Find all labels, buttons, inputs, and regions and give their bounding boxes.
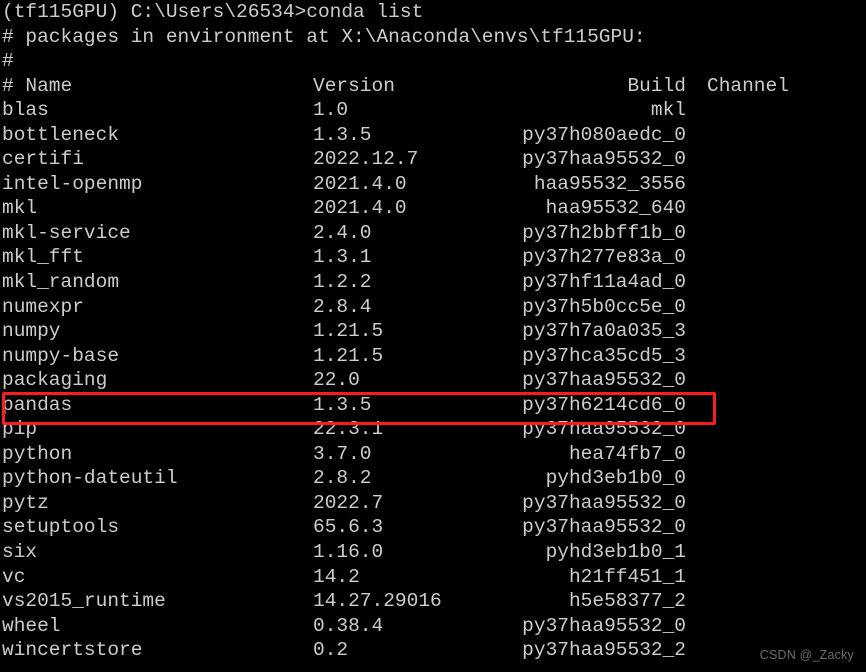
table-row: pandas 1.3.5 py37h6214cd6_0 [0,393,866,418]
package-build: haa95532_3556 [533,172,686,195]
table-row: bottleneck 1.3.5 py37h080aedc_0 [0,123,866,148]
table-header-row: # Name Version Build Channel [0,74,866,99]
package-build: py37h5b0cc5e_0 [522,295,686,318]
table-row: mkl-service 2.4.0 py37h2bbff1b_0 [0,221,866,246]
package-build: py37h2bbff1b_0 [522,221,686,244]
environment-comment-line: # packages in environment at X:\Anaconda… [2,25,646,48]
package-build: h21ff451_1 [568,565,686,588]
package-build: pyhd3eb1b0_1 [545,541,686,564]
table-row: numpy 1.21.5 py37h7a0a035_3 [0,319,866,344]
package-build: h5e58377_2 [568,590,686,613]
csdn-watermark: CSDN @_Zacky [759,648,854,662]
table-row: mkl_random 1.2.2 py37hf11a4ad_0 [0,270,866,295]
package-build: py37haa95532_2 [522,639,686,662]
blank-comment-line: # [2,50,14,73]
terminal-window[interactable]: (tf115GPU) C:\Users\26534>conda list # p… [0,0,866,672]
table-row: intel-openmp 2021.4.0 haa95532_3556 [0,172,866,197]
table-row: vs2015_runtime 14.27.29016 h5e58377_2 [0,589,866,614]
command-prompt-line: (tf115GPU) C:\Users\26534>conda list [2,1,424,23]
header-build: Build [627,74,686,97]
table-row: mkl 2021.4.0 haa95532_640 [0,196,866,221]
package-build: py37h6214cd6_0 [522,393,686,416]
table-row: python 3.7.0 hea74fb7_0 [0,442,866,467]
table-row: packaging 22.0 py37haa95532_0 [0,368,866,393]
package-build: py37hca35cd5_3 [522,344,686,367]
table-row: setuptools 65.6.3 py37haa95532_0 [0,515,866,540]
table-row: mkl_fft 1.3.1 py37h277e83a_0 [0,245,866,270]
package-build: py37h7a0a035_3 [522,320,686,343]
package-build: haa95532_640 [545,197,686,220]
package-build: mkl [650,99,686,122]
table-row: wheel 0.38.4 py37haa95532_0 [0,614,866,639]
table-row: blas 1.0 mkl [0,98,866,123]
package-build: pyhd3eb1b0_0 [545,467,686,490]
table-row: pip 22.3.1 py37haa95532_0 [0,417,866,442]
package-build: py37haa95532_0 [522,614,686,637]
table-row: python-dateutil 2.8.2 pyhd3eb1b0_0 [0,466,866,491]
package-build: py37h080aedc_0 [522,123,686,146]
table-row: six 1.16.0 pyhd3eb1b0_1 [0,540,866,565]
package-build: py37haa95532_0 [522,148,686,171]
package-build: py37haa95532_0 [522,369,686,392]
header-channel: Channel [707,74,789,97]
table-row: certifi 2022.12.7 py37haa95532_0 [0,147,866,172]
package-build: py37hf11a4ad_0 [522,271,686,294]
table-row: vc 14.2 h21ff451_1 [0,565,866,590]
package-build: py37haa95532_0 [522,516,686,539]
package-build: py37h277e83a_0 [522,246,686,269]
package-build: py37haa95532_0 [522,418,686,441]
package-build: py37haa95532_0 [522,491,686,514]
table-row: wincertstore 0.2 py37haa95532_2 [0,638,866,663]
package-list: blas 1.0 mkl bottleneck 1.3.5 py37h080aedc_0 c… [0,98,866,663]
table-row: numexpr 2.8.4 py37h5b0cc5e_0 [0,295,866,320]
package-build: hea74fb7_0 [568,442,686,465]
table-row: pytz 2022.7 py37haa95532_0 [0,491,866,516]
table-row: numpy-base 1.21.5 py37hca35cd5_3 [0,344,866,369]
